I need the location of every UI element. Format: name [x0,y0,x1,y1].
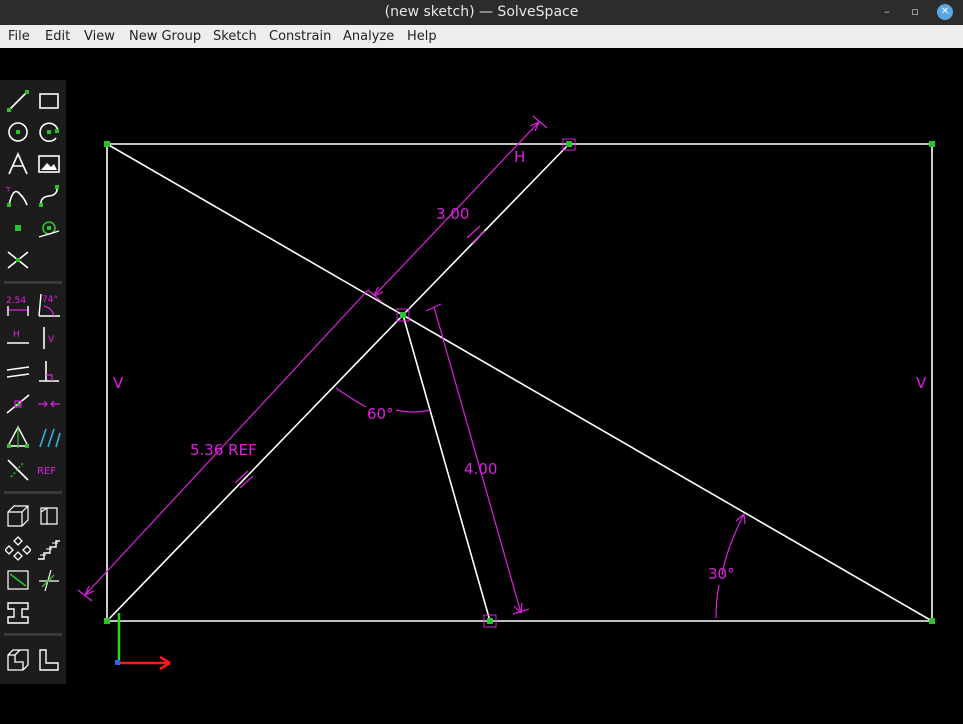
minimize-button[interactable]: – [879,4,895,20]
nearest-ortho-view-icon[interactable] [36,503,62,529]
label-angle-30[interactable]: 30° [708,565,735,583]
graphics-viewport[interactable]: H V V 3.00 5.36 REF 4.00 60° 30° T 2.54 … [0,48,963,724]
tangent-arc-tool-icon[interactable]: T [5,183,31,209]
toolbar-separator [4,281,62,284]
point-center[interactable] [400,312,406,318]
diagonal-line[interactable] [106,143,933,622]
same-orientation-icon[interactable] [36,424,62,450]
point-top-right[interactable] [929,141,935,147]
lower-left-segment[interactable] [106,314,404,622]
symmetric-constraint-icon[interactable] [5,424,31,450]
perpendicular-constraint-icon[interactable] [36,358,62,384]
new-group-sketch-icon[interactable] [5,647,31,673]
tool-palette: T 2.54 74° H V REF [0,80,66,684]
point-tool-icon[interactable] [5,215,31,241]
angle-30-arc-b[interactable] [715,584,720,619]
menu-help[interactable]: Help [407,25,437,48]
menu-bar: File Edit View New Group Sketch Constrai… [0,25,963,48]
distance-dimension-label: 2.54 [6,296,26,306]
point-bottom-right[interactable] [929,618,935,624]
menu-new-group[interactable]: New Group [129,25,201,48]
workplane-tool-icon[interactable] [36,215,62,241]
title-bar: (new sketch) — SolveSpace – ▫ ✕ [0,0,963,25]
toggle-construction-icon[interactable] [5,457,31,483]
circle-tool-icon[interactable] [5,119,31,145]
step-translate-icon[interactable] [5,567,31,593]
toolbar-separator [4,633,62,636]
point-on-line-constraint-icon[interactable] [5,391,31,417]
equal-mark-b [471,230,486,244]
angle-60-arc[interactable] [335,387,367,408]
extrude-icon[interactable] [5,535,31,561]
horizontal-constraint-label: H [13,330,20,340]
angle-dimension-icon[interactable]: 74° [36,292,62,318]
menu-edit[interactable]: Edit [45,25,70,48]
toolbar-separator [4,491,62,494]
label-horizontal-top[interactable]: H [514,148,525,166]
menu-constrain[interactable]: Constrain [269,25,331,48]
point-top-mid[interactable] [566,141,572,147]
maximize-button[interactable]: ▫ [907,4,923,20]
label-angle-60[interactable]: 60° [367,405,394,423]
window-title: (new sketch) — SolveSpace [384,4,579,20]
menu-view[interactable]: View [84,25,115,48]
axis-z [115,660,120,665]
angle-dimension-label: 74° [42,295,58,305]
step-rotate-icon[interactable] [36,567,62,593]
horizontal-constraint-icon[interactable]: H [5,325,31,351]
split-tool-icon[interactable] [5,247,31,273]
new-group-workplane-icon[interactable] [36,647,62,673]
dim-ref-tick [77,589,93,602]
svg-text:T: T [5,186,11,194]
point-top-left[interactable] [104,141,110,147]
image-tool-icon[interactable] [36,151,62,177]
rectangle-tool-icon[interactable] [36,88,62,114]
parallel-constraint-icon[interactable] [5,358,31,384]
menu-sketch[interactable]: Sketch [213,25,257,48]
upper-segment[interactable] [402,143,570,316]
label-length-3[interactable]: 3.00 [436,205,469,223]
point-bottom-mid[interactable] [487,618,493,624]
bezier-tool-icon[interactable] [36,183,62,209]
vertical-constraint-label: V [48,335,55,345]
menu-file[interactable]: File [8,25,30,48]
label-vertical-left[interactable]: V [113,374,124,392]
line-tool-icon[interactable] [5,88,31,114]
arc-tool-icon[interactable] [36,119,62,145]
nearest-iso-view-icon[interactable] [5,503,31,529]
sketch-canvas[interactable]: H V V 3.00 5.36 REF 4.00 60° 30° [0,48,963,724]
close-button[interactable]: ✕ [937,4,953,20]
vertical-constraint-icon[interactable]: V [36,325,62,351]
label-vertical-right[interactable]: V [916,374,927,392]
text-tool-icon[interactable] [5,151,31,177]
dim-4-tick-a [425,303,442,312]
lathe-icon[interactable] [36,535,62,561]
helix-icon[interactable] [5,599,31,625]
point-bottom-left[interactable] [104,618,110,624]
label-length-ref[interactable]: 5.36 REF [190,441,257,459]
label-length-4[interactable]: 4.00 [464,460,497,478]
menu-analyze[interactable]: Analyze [343,25,394,48]
distance-dimension-icon[interactable]: 2.54 [5,292,31,318]
angle-30-arrow-b [743,513,746,525]
reference-toggle-icon[interactable]: REF [36,457,64,483]
equal-mark-a [466,225,481,239]
angle-60-arc-b[interactable] [395,409,431,413]
midpoint-constraint-icon[interactable] [36,391,62,417]
reference-toggle-label: REF [37,466,56,477]
